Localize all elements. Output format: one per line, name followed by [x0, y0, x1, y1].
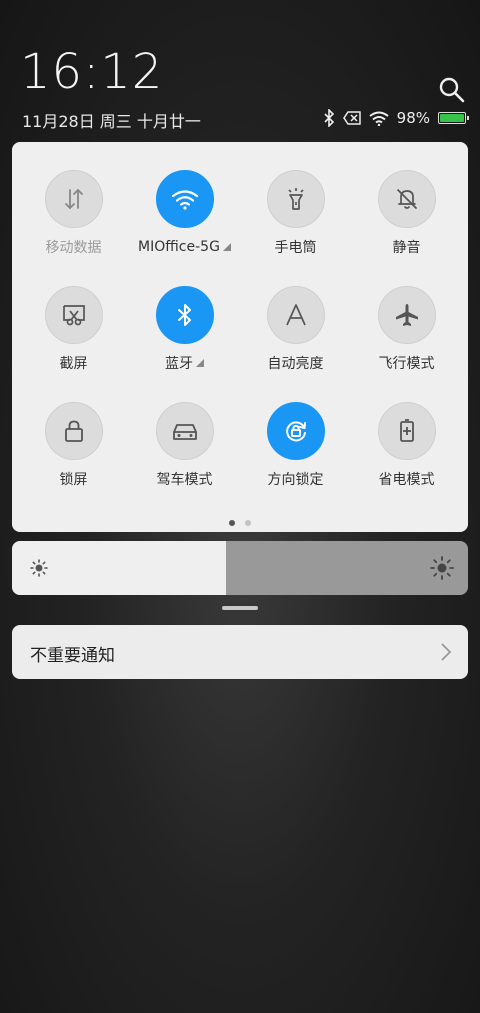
battery-saver-icon [377, 402, 436, 460]
drag-handle[interactable] [222, 606, 258, 610]
clock-time: 16:12 [20, 44, 164, 100]
tile-screenshot[interactable]: 截屏 [18, 286, 129, 372]
tile-label: 飞行模式 [379, 354, 435, 372]
brightness-low-icon [30, 559, 48, 577]
tile-label: 静音 [393, 238, 421, 256]
quick-settings-grid: 移动数据 MIOffice-5G 手电筒 静音截屏 蓝牙 自动亮度 飞行模式锁屏 驾车模式 方向… [12, 170, 474, 488]
tile-flashlight[interactable]: 手电筒 [240, 170, 351, 256]
page-dot [229, 520, 235, 526]
expand-corner-icon [222, 243, 231, 251]
tile-airplane[interactable]: 飞行模式 [351, 286, 462, 372]
brightness-slider[interactable] [12, 541, 468, 595]
wifi-status-icon [369, 111, 389, 126]
date-text: 11月28日 周三 十月廿一 [22, 112, 201, 131]
auto-brightness-icon [266, 286, 325, 344]
tile-label: MIOffice-5G [138, 238, 231, 256]
notification-label: 不重要通知 [30, 646, 115, 666]
lock-icon [44, 402, 103, 460]
car-icon [155, 402, 214, 460]
chevron-right-icon [441, 643, 452, 661]
rotation-lock-icon [266, 402, 325, 460]
tile-lock[interactable]: 锁屏 [18, 402, 129, 488]
tile-mobile-data[interactable]: 移动数据 [18, 170, 129, 256]
tile-mute-bell[interactable]: 静音 [351, 170, 462, 256]
tile-label-text: 锁屏 [59, 472, 88, 488]
tile-car[interactable]: 驾车模式 [129, 402, 240, 488]
tile-label-text: 飞行模式 [378, 356, 435, 372]
quick-settings-panel: 移动数据 MIOffice-5G 手电筒 静音截屏 蓝牙 自动亮度 飞行模式锁屏 驾车模式 方向… [12, 142, 468, 532]
wifi-icon [155, 170, 214, 228]
battery-icon [438, 112, 469, 124]
tile-label-text: 截屏 [59, 356, 88, 372]
tile-label: 省电模式 [379, 470, 435, 488]
tile-label-text: 静音 [392, 240, 421, 256]
screenshot-icon [44, 286, 103, 344]
tile-label: 手电筒 [275, 238, 317, 256]
tile-label-text: 驾车模式 [156, 472, 213, 488]
tile-battery-saver[interactable]: 省电模式 [351, 402, 462, 488]
mute-bell-icon [377, 170, 436, 228]
tile-label: 驾车模式 [157, 470, 213, 488]
bluetooth-icon [155, 286, 214, 344]
bluetooth-status-icon [324, 109, 334, 127]
tile-label-text: 蓝牙 [165, 356, 193, 372]
tile-wifi[interactable]: MIOffice-5G [129, 170, 240, 256]
tile-label-text: 自动亮度 [267, 356, 324, 372]
tile-label-text: MIOffice-5G [138, 239, 220, 255]
mobile-data-icon [44, 170, 103, 228]
tile-label: 移动数据 [46, 238, 102, 256]
page-indicator [12, 520, 468, 526]
tile-label: 锁屏 [60, 470, 88, 488]
tile-label: 蓝牙 [165, 354, 204, 372]
expand-corner-icon [196, 359, 204, 367]
search-button[interactable] [438, 76, 466, 104]
battery-percent: 98% [396, 109, 430, 127]
brightness-high-icon [430, 556, 454, 580]
tile-label: 截屏 [60, 354, 88, 372]
status-bar-icons: 98% [323, 108, 469, 128]
tile-label-text: 移动数据 [45, 240, 102, 256]
tile-label-text: 省电模式 [378, 472, 435, 488]
tile-bluetooth[interactable]: 蓝牙 [129, 286, 240, 372]
no-sim-icon [342, 111, 361, 125]
airplane-icon [377, 286, 436, 344]
tile-auto-brightness[interactable]: 自动亮度 [240, 286, 351, 372]
tile-label: 自动亮度 [268, 354, 324, 372]
page-dot [245, 520, 251, 526]
tile-label-text: 方向锁定 [267, 472, 324, 488]
battery-level-fill [440, 114, 464, 122]
tile-rotation-lock[interactable]: 方向锁定 [240, 402, 351, 488]
search-icon [439, 77, 465, 103]
tile-label-text: 手电筒 [274, 240, 317, 256]
flashlight-icon [266, 170, 325, 228]
unimportant-notifications-row[interactable]: 不重要通知 [12, 625, 468, 679]
tile-label: 方向锁定 [268, 470, 324, 488]
